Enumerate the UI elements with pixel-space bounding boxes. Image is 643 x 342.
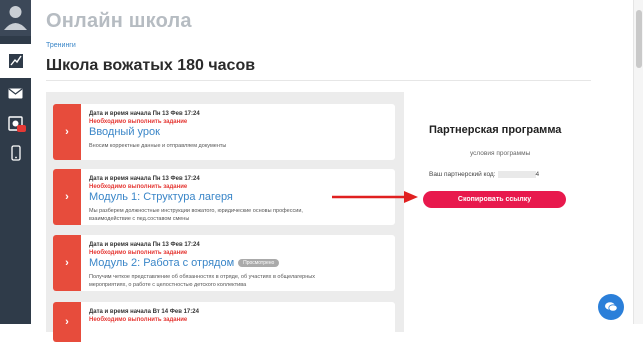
lesson-card[interactable]: › Дата и время начала Вт 14 Фев 17:24 Не… <box>53 302 395 342</box>
partner-code-suffix: 4 <box>535 171 540 179</box>
partner-terms-link[interactable]: условия программы <box>470 150 530 157</box>
chat-button[interactable] <box>598 294 624 320</box>
partner-program-title: Партнерская программа <box>429 124 562 136</box>
chart-icon <box>8 54 23 68</box>
sidebar-item-mobile[interactable] <box>0 136 31 170</box>
lesson-task-warning: Необходимо выполнить задание <box>89 250 188 256</box>
lesson-start-date: Дата и время начала Пн 13 Фев 17:24 <box>89 242 200 248</box>
lesson-start-date: Дата и время начала Пн 13 Фев 17:24 <box>89 111 200 117</box>
lesson-description: Мы разберем должностные инструкции вожат… <box>89 208 303 222</box>
avatar[interactable] <box>0 0 31 36</box>
lesson-task-warning: Необходимо выполнить задание <box>89 184 188 190</box>
mail-icon <box>8 88 23 98</box>
partner-code: Ваш партнерский код: 4 <box>429 171 539 178</box>
left-sidebar <box>0 0 31 324</box>
lesson-description: Вносим корректные данные и отправляем до… <box>89 143 227 149</box>
lesson-task-warning: Необходимо выполнить задание <box>89 119 188 125</box>
lesson-task-warning: Необходимо выполнить задание <box>89 317 188 323</box>
scrollbar-thumb[interactable] <box>636 10 642 68</box>
copy-link-button[interactable]: Скопировать ссылку <box>423 191 566 208</box>
chevron-right-icon[interactable]: › <box>53 235 81 291</box>
app-title: Онлайн школа <box>46 10 192 32</box>
lesson-card[interactable]: › Дата и время начала Пн 13 Фев 17:24 Не… <box>53 235 395 291</box>
notification-badge <box>17 125 26 132</box>
partner-code-label: Ваш партнерский код: <box>429 171 496 179</box>
page-scrollbar[interactable] <box>633 0 643 324</box>
viewed-badge: Просмотрено <box>238 259 280 268</box>
mobile-icon <box>10 145 21 161</box>
avatar-icon <box>4 6 27 30</box>
lesson-start-date: Дата и время начала Пн 13 Фев 17:24 <box>89 176 200 182</box>
lesson-title[interactable]: Вводный урок <box>89 126 160 138</box>
chat-icon <box>605 302 618 312</box>
sidebar-item-messages[interactable] <box>0 76 31 110</box>
breadcrumb-trainings[interactable]: Тренинги <box>46 42 76 49</box>
lesson-start-date: Дата и время начала Вт 14 Фев 17:24 <box>89 309 199 315</box>
lesson-list: › Дата и время начала Пн 13 Фев 17:24 Не… <box>46 92 404 342</box>
chevron-right-icon[interactable]: › <box>53 104 81 160</box>
lesson-description: Получим четкое представление об обязанно… <box>89 274 315 288</box>
chevron-right-icon[interactable]: › <box>53 169 81 225</box>
lesson-card[interactable]: › Дата и время начала Пн 13 Фев 17:24 Не… <box>53 104 395 160</box>
title-divider <box>46 80 591 81</box>
annotation-arrow-icon <box>332 191 418 203</box>
partner-code-mask <box>497 171 536 178</box>
page-title: Школа вожатых 180 часов <box>46 57 256 74</box>
lesson-title[interactable]: Модуль 2: Работа с отрядом Просмотрено <box>89 257 280 269</box>
chevron-right-icon[interactable]: › <box>53 302 81 342</box>
lesson-title[interactable]: Модуль 1: Структура лагеря <box>89 191 233 203</box>
sidebar-item-webinars[interactable] <box>0 106 31 140</box>
sidebar-item-trainings[interactable] <box>0 44 31 78</box>
